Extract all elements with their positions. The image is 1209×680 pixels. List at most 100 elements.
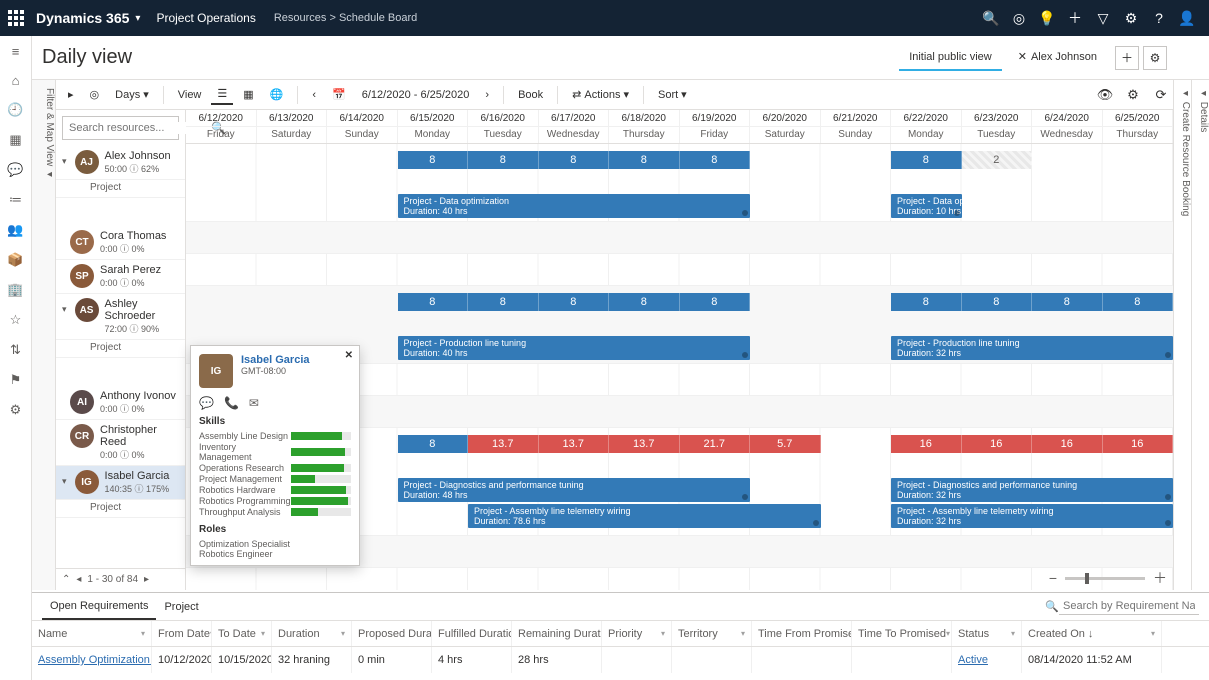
- product-name[interactable]: Project Operations: [156, 11, 255, 25]
- collapse-icon[interactable]: ⌃: [62, 574, 70, 585]
- resource-row[interactable]: ▾AJAlex Johnson50:00 ⓘ 62%: [56, 146, 185, 180]
- lightbulb-icon[interactable]: 💡: [1033, 10, 1061, 27]
- gear-icon[interactable]: ⚙: [1121, 87, 1145, 103]
- close-icon[interactable]: ✕: [1018, 50, 1027, 63]
- resource-row[interactable]: SPSarah Perez0:00 ⓘ 0%: [56, 260, 185, 294]
- hour-cell[interactable]: 8: [539, 293, 610, 311]
- settings-icon[interactable]: ⚙: [1117, 10, 1145, 27]
- next-page-icon[interactable]: ▸: [144, 574, 149, 585]
- hour-cell[interactable]: 8: [468, 293, 539, 311]
- project-row[interactable]: Project: [56, 340, 185, 358]
- requirement-link[interactable]: Assembly Optimization at Adatu...: [38, 654, 152, 666]
- col-to[interactable]: To Date▾: [212, 621, 272, 646]
- col-proposed[interactable]: Proposed Duration▾: [352, 621, 432, 646]
- filter-map-panel[interactable]: Filter & Map View ◂: [32, 80, 56, 590]
- hour-cell[interactable]: 21.7: [680, 435, 751, 453]
- chat-icon[interactable]: 💬: [7, 162, 23, 178]
- resource-row[interactable]: CTCora Thomas0:00 ⓘ 0%: [56, 226, 185, 260]
- filter-icon[interactable]: ▽: [1089, 10, 1117, 27]
- sort-icon[interactable]: ⇅: [10, 342, 21, 358]
- hour-cell[interactable]: 8: [398, 151, 469, 169]
- hour-cell[interactable]: 8: [680, 293, 751, 311]
- col-name[interactable]: Name▾: [32, 621, 152, 646]
- view-grid-icon[interactable]: ▦: [237, 85, 259, 104]
- phone-icon[interactable]: 📞: [224, 396, 239, 410]
- date-column[interactable]: 6/14/2020Sunday: [327, 110, 398, 143]
- calendar-icon[interactable]: 📅: [326, 85, 352, 104]
- eye-icon[interactable]: 👁: [1093, 87, 1117, 103]
- booking-bar[interactable]: Project - Diagnostics and performance tu…: [891, 478, 1173, 502]
- resource-search[interactable]: 🔍: [62, 116, 179, 140]
- hour-cell[interactable]: 8: [1032, 293, 1103, 311]
- col-duration[interactable]: Duration▾: [272, 621, 352, 646]
- col-remaining[interactable]: Remaining Duration▾: [512, 621, 602, 646]
- create-booking-panel[interactable]: ◂ Create Resource Booking: [1173, 80, 1191, 590]
- date-column[interactable]: 6/21/2020Sunday: [821, 110, 892, 143]
- help-icon[interactable]: ?: [1145, 10, 1173, 26]
- list-icon[interactable]: ≔: [9, 192, 22, 208]
- box-icon[interactable]: 📦: [7, 252, 23, 268]
- booking-bar[interactable]: Project - Assembly line telemetry wiring…: [468, 504, 821, 528]
- close-icon[interactable]: ✕: [345, 350, 353, 361]
- grid-icon[interactable]: ▦: [9, 132, 21, 148]
- col-status[interactable]: Status▾: [952, 621, 1022, 646]
- booking-bar[interactable]: Project - Data optimDuration: 10 hrs: [891, 194, 962, 218]
- people-icon[interactable]: 👥: [7, 222, 23, 238]
- view-list-icon[interactable]: ☰: [211, 84, 233, 105]
- card-name[interactable]: Isabel Garcia: [241, 354, 310, 366]
- date-column[interactable]: 6/19/2020Friday: [680, 110, 751, 143]
- zoom-out-icon[interactable]: −: [1049, 570, 1057, 586]
- star-icon[interactable]: ☆: [10, 312, 22, 328]
- col-time-to[interactable]: Time To Promised▾: [852, 621, 952, 646]
- date-column[interactable]: 6/18/2020Thursday: [609, 110, 680, 143]
- date-column[interactable]: 6/25/2020Thursday: [1103, 110, 1174, 143]
- hour-cell[interactable]: 16: [891, 435, 962, 453]
- tab-project[interactable]: Project: [156, 595, 206, 619]
- status-link[interactable]: Active: [958, 654, 988, 666]
- hour-cell[interactable]: 8: [539, 151, 610, 169]
- search-icon[interactable]: 🔍: [977, 10, 1005, 27]
- resource-row[interactable]: CRChristopher Reed0:00 ⓘ 0%: [56, 420, 185, 466]
- hour-cell[interactable]: 8: [609, 151, 680, 169]
- col-fulfilled[interactable]: Fulfilled Duration▾: [432, 621, 512, 646]
- hour-cell[interactable]: 13.7: [468, 435, 539, 453]
- target-icon[interactable]: ◎: [1005, 10, 1033, 27]
- booking-bar[interactable]: Project - Assembly line telemetry wiring…: [891, 504, 1173, 528]
- gear-icon[interactable]: ⚙: [10, 402, 22, 418]
- resource-row[interactable]: AIAnthony Ivonov0:00 ⓘ 0%: [56, 386, 185, 420]
- date-column[interactable]: 6/23/2020Tuesday: [962, 110, 1033, 143]
- hour-cell[interactable]: 8: [468, 151, 539, 169]
- tab-settings-button[interactable]: ⚙: [1143, 46, 1167, 70]
- menu-icon[interactable]: ≡: [12, 44, 20, 59]
- refresh-icon[interactable]: ⟳: [1149, 87, 1173, 103]
- next-button[interactable]: ›: [479, 86, 495, 104]
- hour-cell[interactable]: 8: [962, 293, 1033, 311]
- actions-dropdown[interactable]: ⇄ Actions ▾: [566, 85, 635, 104]
- app-launcher-icon[interactable]: [8, 10, 24, 26]
- building-icon[interactable]: 🏢: [7, 282, 23, 298]
- hour-cell[interactable]: 8: [609, 293, 680, 311]
- hour-cell[interactable]: 8: [398, 435, 469, 453]
- date-column[interactable]: 6/12/2020Friday: [186, 110, 257, 143]
- chat-icon[interactable]: 💬: [199, 396, 214, 410]
- booking-bar[interactable]: Project - Production line tuningDuration…: [398, 336, 751, 360]
- col-created[interactable]: Created On ↓▾: [1022, 621, 1162, 646]
- tab-user-view[interactable]: ✕Alex Johnson: [1006, 44, 1107, 71]
- hour-cell[interactable]: 8: [891, 151, 962, 169]
- view-globe-icon[interactable]: 🌐: [264, 85, 290, 104]
- target-button[interactable]: ◎: [84, 85, 106, 104]
- date-range[interactable]: 6/12/2020 - 6/25/2020: [356, 86, 476, 104]
- date-column[interactable]: 6/24/2020Wednesday: [1032, 110, 1103, 143]
- details-panel[interactable]: ◂ Details: [1191, 80, 1209, 590]
- hour-cell[interactable]: 16: [962, 435, 1033, 453]
- booking-bar[interactable]: Project - Diagnostics and performance tu…: [398, 478, 751, 502]
- days-dropdown[interactable]: Days ▾: [109, 85, 155, 104]
- zoom-control[interactable]: − ＋: [1049, 568, 1167, 588]
- col-territory[interactable]: Territory▾: [672, 621, 752, 646]
- resource-row[interactable]: ▾ASAshley Schroeder72:00 ⓘ 90%: [56, 294, 185, 340]
- requirement-row[interactable]: Assembly Optimization at Adatu... 10/12/…: [32, 647, 1209, 673]
- clock-icon[interactable]: 🕘: [7, 102, 23, 118]
- tab-open-requirements[interactable]: Open Requirements: [42, 594, 156, 620]
- hour-cell[interactable]: 13.7: [539, 435, 610, 453]
- booking-bar[interactable]: Project - Production line tuningDuration…: [891, 336, 1173, 360]
